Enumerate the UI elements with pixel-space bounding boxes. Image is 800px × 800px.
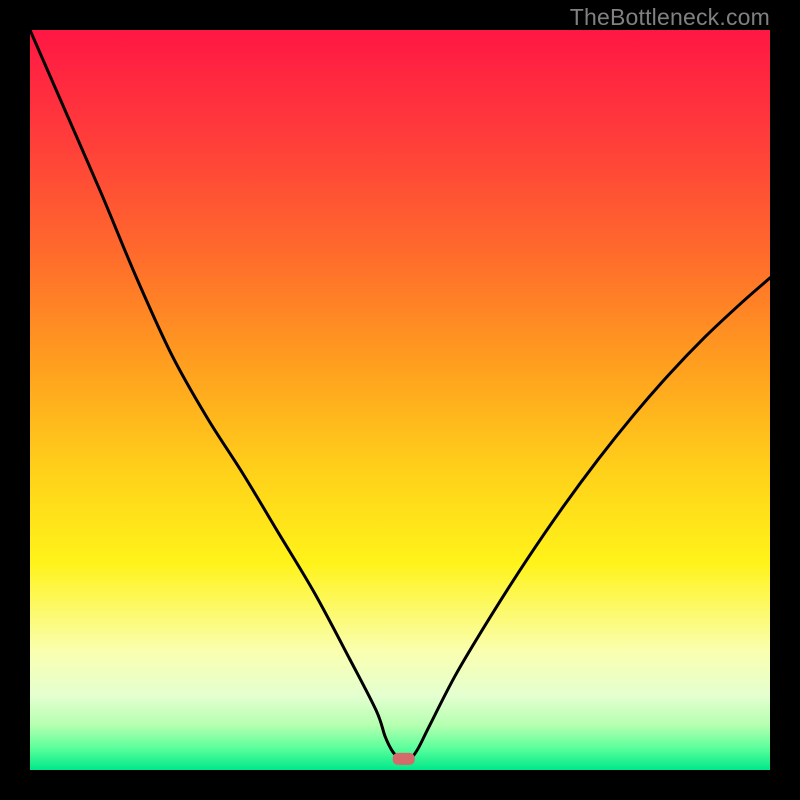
watermark-text: TheBottleneck.com [570, 4, 770, 31]
chart-canvas [30, 30, 770, 770]
minimum-marker [393, 753, 415, 765]
plot-area [30, 30, 770, 770]
chart-frame: TheBottleneck.com [0, 0, 800, 800]
gradient-background [30, 30, 770, 770]
